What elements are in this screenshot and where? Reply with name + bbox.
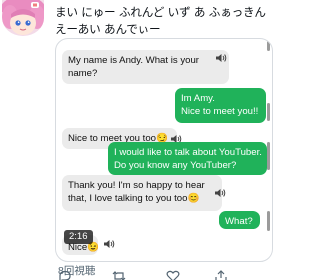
message-line: Do you know any YouTuber? [114, 160, 237, 171]
message-line: that, I love talking to you too😊 [68, 193, 200, 204]
message-line: I would like to talk about YouTuber. [114, 147, 262, 158]
video-timer: 2:16 [64, 230, 93, 244]
message-line: Thank you! I'm so happy to hear [68, 180, 205, 191]
avatar[interactable] [2, 0, 44, 36]
speaker-icon[interactable] [216, 53, 227, 63]
chat-message-bot: Thank you! I'm so happy to hear that, I … [62, 175, 222, 211]
chat-message-bot: My name is Andy. What is your name? [62, 50, 229, 84]
message-line: My name is Andy. What is your [68, 55, 199, 66]
message-line: Nice to meet you!! [181, 106, 259, 117]
message-line: Im Amy. [181, 93, 215, 104]
message-line: What? [225, 216, 253, 227]
bubble-edge [267, 41, 270, 51]
chat-message-user: Im Amy. Nice to meet you!! [175, 88, 266, 123]
video-player[interactable]: My name is Andy. What is your name? Im A… [55, 38, 273, 262]
chat-message-user: I would like to talk about YouTuber. Do … [108, 142, 267, 175]
bubble-edge [267, 211, 270, 231]
chat-transcript: My name is Andy. What is your name? Im A… [56, 39, 272, 261]
retweet-icon[interactable] [112, 270, 126, 280]
bubble-edge [267, 142, 270, 170]
speaker-icon[interactable] [215, 188, 226, 198]
bubble-edge [267, 103, 270, 121]
avatar-image [2, 0, 44, 36]
tweet-text: まい にゅー ふれんど いず あ ふぁっきん えーあい あんでぃー [55, 5, 266, 36]
speaker-icon[interactable] [104, 239, 115, 249]
heart-icon[interactable] [166, 270, 180, 280]
reply-icon[interactable] [58, 270, 72, 280]
share-icon[interactable] [214, 270, 228, 280]
chat-message-user: What? [219, 211, 260, 229]
message-line: name? [68, 68, 98, 79]
